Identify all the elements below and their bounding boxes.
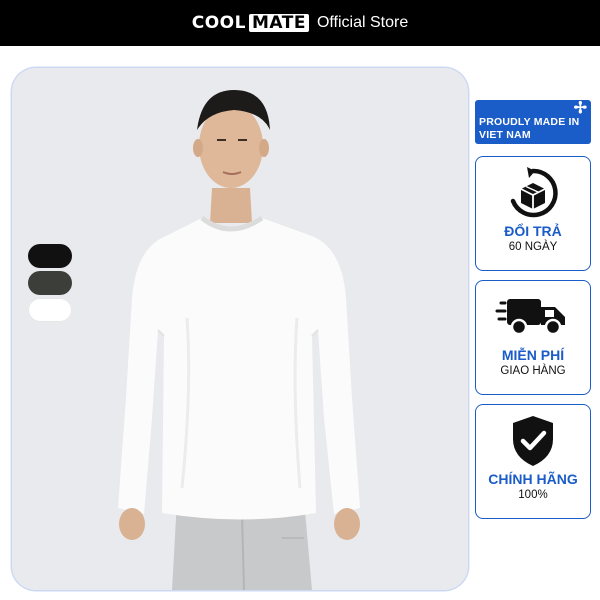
product-photo[interactable] (12, 68, 468, 590)
brand-logo[interactable]: COOL MATE (192, 13, 309, 33)
color-swatch-black[interactable] (28, 244, 72, 268)
shield-check-icon (476, 413, 590, 469)
color-swatch-white[interactable] (28, 298, 72, 322)
store-header: COOL MATE Official Store (0, 0, 600, 46)
badge-shipping-title: MIỄN PHÍ (501, 347, 565, 363)
badge-free-shipping: MIỄN PHÍ GIAO HÀNG (475, 280, 591, 395)
badge-authentic-subtitle: 100% (518, 489, 548, 501)
badge-shipping-subtitle: GIAO HÀNG (500, 365, 566, 377)
badge-authentic: CHÍNH HÃNG 100% (475, 404, 591, 519)
made-in-vietnam-banner: ✢ PROUDLY MADE IN VIET NAM (475, 100, 591, 144)
badge-return-subtitle: 60 NGÀY (508, 241, 558, 253)
delivery-truck-icon (476, 289, 590, 345)
color-swatch-olive[interactable] (28, 271, 72, 295)
badge-return: ĐỔI TRẢ 60 NGÀY (475, 156, 591, 271)
model-illustration (12, 68, 468, 590)
badge-return-title: ĐỔI TRẢ (504, 223, 562, 239)
made-in-vietnam-label: PROUDLY MADE IN VIET NAM (479, 116, 580, 141)
badge-authentic-title: CHÍNH HÃNG (488, 471, 578, 487)
plus-star-icon: ✢ (573, 100, 587, 117)
return-box-icon (476, 165, 590, 221)
brand-logo-mate: MATE (248, 14, 309, 32)
official-store-label: Official Store (316, 14, 409, 31)
brand-logo-cool: COOL (191, 13, 246, 33)
